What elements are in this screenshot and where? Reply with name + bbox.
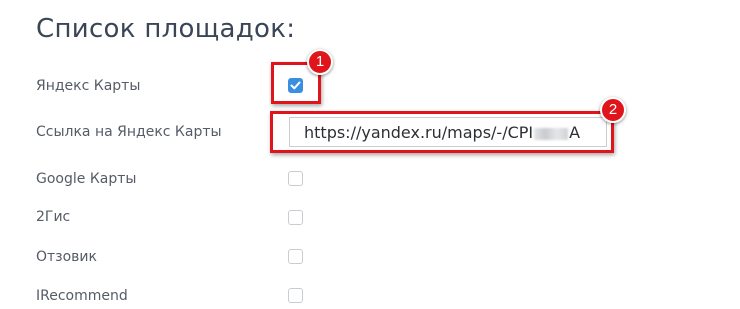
annotation-badge-2: 2 (600, 97, 626, 123)
highlight-box-2 (270, 111, 614, 153)
label-yandex-maps: Яндекс Карты (36, 78, 141, 94)
label-irecommend: IRecommend (36, 288, 128, 304)
annotation-badge-1: 1 (307, 49, 333, 75)
checkbox-2gis[interactable] (288, 210, 303, 225)
label-2gis: 2Гис (36, 209, 71, 225)
checkbox-google-maps[interactable] (288, 171, 303, 186)
page-title: Список площадок: (36, 14, 296, 44)
checkbox-irecommend[interactable] (288, 288, 303, 303)
label-yandex-maps-link: Ссылка на Яндекс Карты (36, 124, 222, 140)
label-otzovik: Отзовик (36, 249, 97, 265)
checkbox-otzovik[interactable] (288, 249, 303, 264)
label-google-maps: Google Карты (36, 171, 137, 187)
